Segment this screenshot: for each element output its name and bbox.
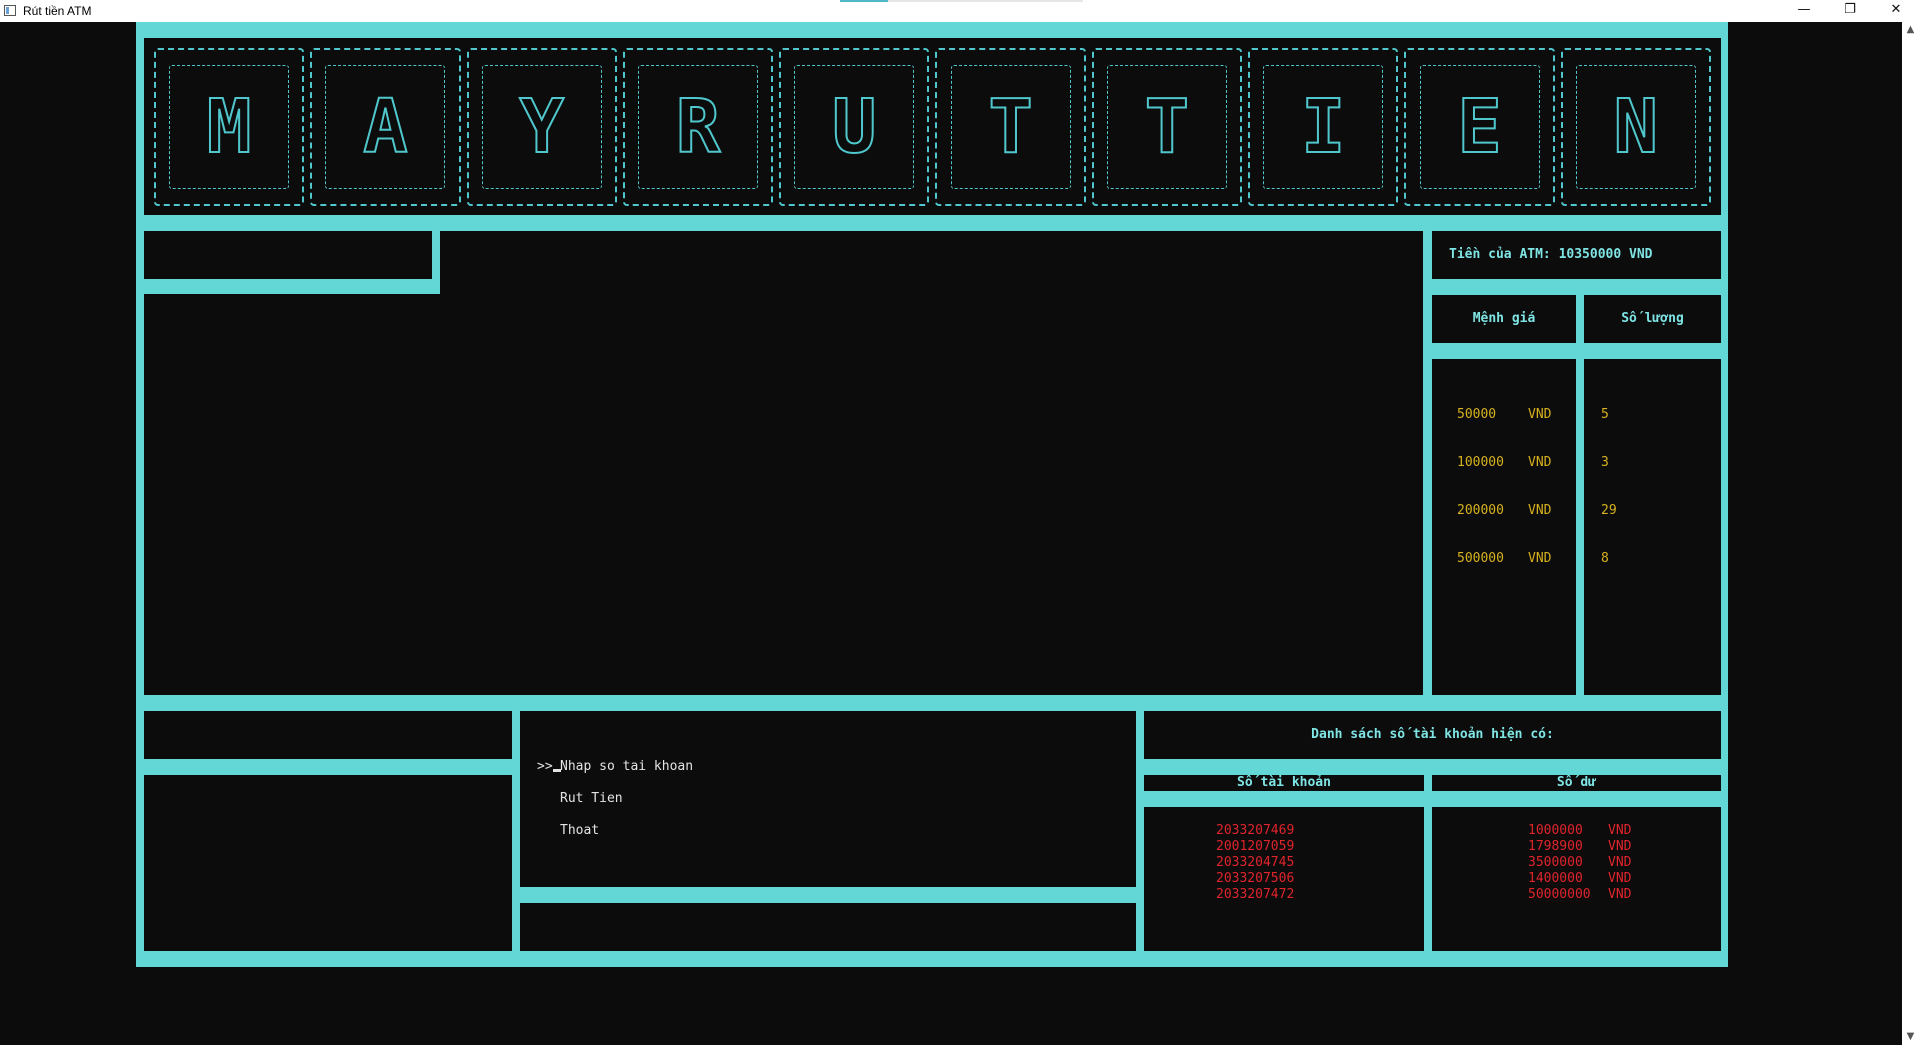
titlebar-accent: [840, 0, 888, 2]
balance-currency: VND: [1608, 839, 1632, 854]
denomination-quantity: 3: [1601, 455, 1609, 470]
accounts-title: Danh sách số tài khoản hiện có:: [1311, 727, 1554, 742]
account-balance: 1798900: [1528, 839, 1583, 854]
scroll-down-icon[interactable]: ▼: [1902, 1029, 1919, 1045]
banner-letter-box: I: [1248, 48, 1399, 206]
info-panel-bottom: [144, 775, 512, 951]
denomination-value: 100000: [1457, 455, 1504, 470]
account-number: 2001207059: [1216, 839, 1295, 854]
close-button[interactable]: ✕: [1873, 0, 1919, 22]
atm-total-label: Tiền của ATM: 10350000 VND: [1449, 247, 1653, 262]
banner-letter: E: [1456, 84, 1503, 170]
denomination-currency: VND: [1528, 407, 1552, 422]
menu-pointer: >>: [537, 759, 561, 775]
balance-currency: VND: [1608, 823, 1632, 838]
menu-item-rut-tien[interactable]: Rut Tien: [560, 791, 623, 807]
banner-letter: I: [1300, 84, 1347, 170]
info-panel-top: [144, 711, 512, 759]
balance-currency: VND: [1608, 887, 1632, 902]
denomination-value: 200000: [1457, 503, 1504, 518]
console-app-icon: [4, 5, 16, 16]
account-balance: 1400000: [1528, 871, 1583, 886]
denomination-value: 500000: [1457, 551, 1504, 566]
account-list-panel: 2033207469 2001207059 2033204745 2033207…: [1144, 807, 1424, 951]
denomination-header-panel: Mệnh giá: [1432, 295, 1576, 343]
atm-total-panel: Tiền của ATM: 10350000 VND: [1432, 231, 1721, 279]
banner-letter-box: T: [935, 48, 1086, 206]
menu-panel: >> Nhap so tai khoan Rut Tien Thoat: [520, 711, 1136, 887]
vertical-scrollbar[interactable]: [1902, 22, 1919, 1045]
denomination-quantity: 8: [1601, 551, 1609, 566]
banner-letter: N: [1613, 84, 1660, 170]
status-panel: [144, 231, 432, 279]
account-balance: 3500000: [1528, 855, 1583, 870]
banner-panel: M A Y R U T T I E N: [144, 38, 1721, 215]
account-header-panel: Số tài khoản: [1144, 775, 1424, 791]
denomination-currency: VND: [1528, 455, 1552, 470]
banner-letter: A: [362, 84, 409, 170]
quantity-list-panel: 5 3 29 8: [1584, 359, 1721, 695]
denomination-currency: VND: [1528, 503, 1552, 518]
balance-header-panel: Số dư: [1432, 775, 1721, 791]
account-number: 2033204745: [1216, 855, 1295, 870]
window-title-bar: [0, 0, 1919, 22]
titlebar-accent: [888, 0, 1083, 2]
banner-letter-box: M: [154, 48, 305, 206]
balance-currency: VND: [1608, 855, 1632, 870]
balance-currency: VND: [1608, 871, 1632, 886]
banner-letter: U: [831, 84, 878, 170]
banner-letter-box: T: [1091, 48, 1243, 206]
banner-letter: Y: [518, 84, 565, 170]
window-title: Rút tiền ATM: [23, 4, 92, 18]
account-number: 2033207469: [1216, 823, 1295, 838]
banner-letter-box: R: [622, 48, 774, 206]
account-balance: 50000000: [1528, 887, 1591, 902]
banner-letter-box: E: [1404, 48, 1555, 206]
accounts-title-panel: Danh sách số tài khoản hiện có:: [1144, 711, 1721, 759]
banner-letter-box: U: [779, 48, 930, 206]
menu-item-thoat[interactable]: Thoat: [560, 823, 599, 839]
scroll-up-icon[interactable]: ▲: [1902, 22, 1919, 38]
banner-letter: M: [206, 84, 253, 170]
account-number: 2033207506: [1216, 871, 1295, 886]
banner-letter: T: [987, 84, 1034, 170]
main-display-panel: [144, 294, 1423, 695]
restore-button[interactable]: ❐: [1827, 0, 1873, 22]
quantity-header: Số lượng: [1621, 311, 1684, 326]
minimize-button[interactable]: —: [1781, 0, 1827, 22]
banner-letter-box: N: [1560, 48, 1711, 206]
denomination-quantity: 5: [1601, 407, 1609, 422]
denomination-header: Mệnh giá: [1472, 311, 1536, 326]
denomination-value: 50000: [1457, 407, 1497, 422]
main-display-top: [440, 231, 1423, 294]
menu-item-nhap-so-tai-khoan[interactable]: Nhap so tai khoan: [560, 759, 693, 775]
banner-letter: T: [1144, 84, 1191, 170]
denomination-currency: VND: [1528, 551, 1552, 566]
account-number-header: Số tài khoản: [1237, 775, 1331, 790]
account-number: 2033207472: [1216, 887, 1295, 902]
denomination-quantity: 29: [1601, 503, 1617, 518]
denomination-list-panel: 50000 VND 100000 VND 200000 VND 500000 V…: [1432, 359, 1576, 695]
banner-letter-box: A: [310, 48, 461, 206]
quantity-header-panel: Số lượng: [1584, 295, 1721, 343]
input-panel[interactable]: [520, 903, 1136, 951]
account-balance: 1000000: [1528, 823, 1583, 838]
banner-letter-box: Y: [466, 48, 617, 206]
banner-letter: R: [675, 84, 722, 170]
balance-list-panel: 1000000 VND 1798900 VND 3500000 VND 1400…: [1432, 807, 1721, 951]
balance-header: Số dư: [1556, 775, 1597, 790]
